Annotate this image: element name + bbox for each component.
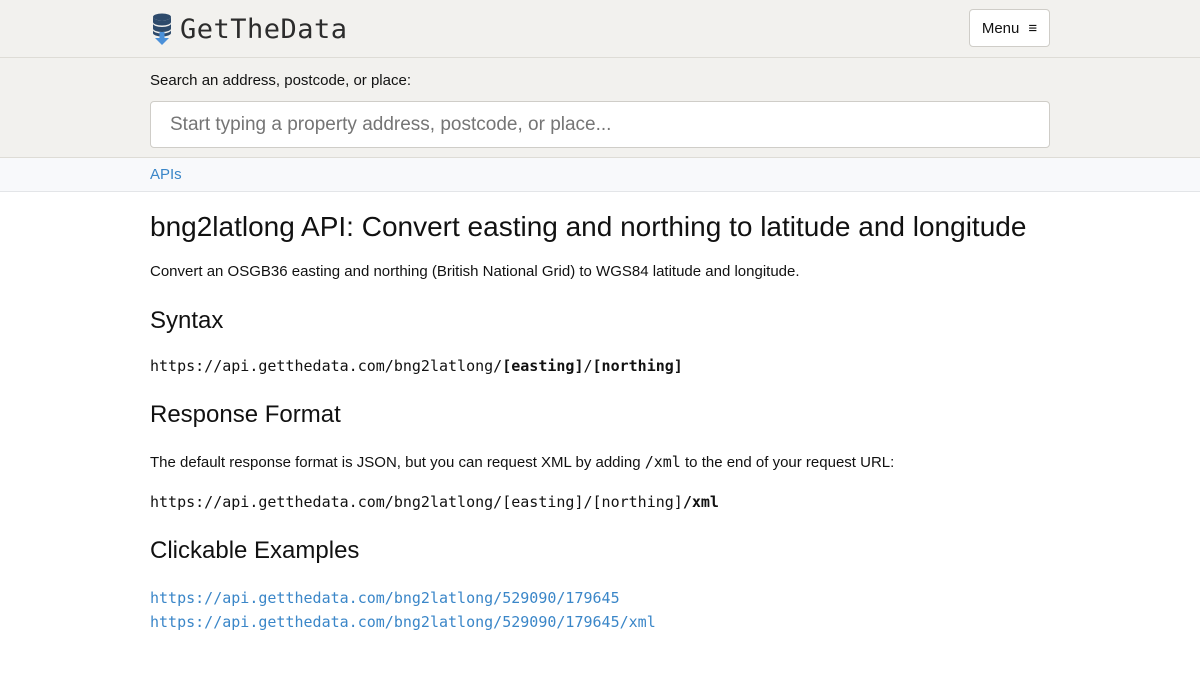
syntax-param-easting: [easting] xyxy=(502,357,584,375)
inline-code-xml: /xml xyxy=(644,453,681,471)
syntax-url-base: https://api.getthedata.com/bng2latlong/ xyxy=(150,357,503,375)
response-url-base: https://api.getthedata.com/bng2latlong/[… xyxy=(150,493,683,511)
database-download-icon xyxy=(153,13,171,45)
syntax-param-northing: [northing] xyxy=(592,357,683,375)
top-navbar: GetTheData Menu ≡ xyxy=(0,0,1200,58)
examples-heading: Clickable Examples xyxy=(150,537,360,564)
site-logo[interactable]: GetTheData xyxy=(150,12,348,46)
logo-text: GetTheData xyxy=(180,13,348,45)
search-section: Search an address, postcode, or place: xyxy=(0,58,1200,158)
response-format-text: The default response format is JSON, but… xyxy=(150,452,1050,473)
response-format-heading: Response Format xyxy=(150,401,341,428)
search-label: Search an address, postcode, or place: xyxy=(150,72,411,89)
example-link-xml[interactable]: https://api.getthedata.com/bng2latlong/5… xyxy=(150,610,1050,634)
example-link-json[interactable]: https://api.getthedata.com/bng2latlong/5… xyxy=(150,586,1050,610)
response-format-url: https://api.getthedata.com/bng2latlong/[… xyxy=(150,492,1050,512)
syntax-heading: Syntax xyxy=(150,307,224,334)
response-url-suffix: /xml xyxy=(682,493,719,511)
breadcrumb-link-apis[interactable]: APIs xyxy=(150,166,182,183)
menu-button[interactable]: Menu ≡ xyxy=(969,9,1050,47)
syntax-separator: / xyxy=(583,357,593,375)
hamburger-icon: ≡ xyxy=(1028,19,1038,37)
menu-button-label: Menu xyxy=(981,19,1020,37)
response-text-after: to the end of your request URL: xyxy=(680,454,895,471)
page-title: bng2latlong API: Convert easting and nor… xyxy=(150,211,1027,242)
syntax-url: https://api.getthedata.com/bng2latlong/[… xyxy=(150,356,1050,376)
main-content: bng2latlong API: Convert easting and nor… xyxy=(150,210,1050,634)
breadcrumb: APIs xyxy=(0,158,1200,192)
intro-text: Convert an OSGB36 easting and northing (… xyxy=(150,263,800,280)
examples-list: https://api.getthedata.com/bng2latlong/5… xyxy=(150,586,1050,634)
response-text-before: The default response format is JSON, but… xyxy=(150,454,645,471)
search-input[interactable] xyxy=(150,101,1050,148)
